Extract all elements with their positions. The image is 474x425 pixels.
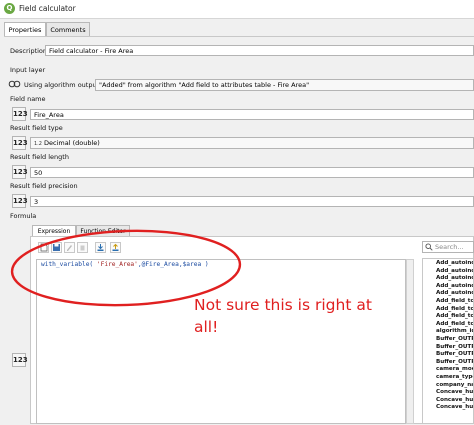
annotation-line-1: Not sure this is right at	[194, 296, 372, 314]
annotation-overlay	[10, 229, 242, 307]
annotation-line-2: all!	[194, 318, 219, 336]
annotation-text: Not sure this is right at all!	[194, 294, 372, 338]
